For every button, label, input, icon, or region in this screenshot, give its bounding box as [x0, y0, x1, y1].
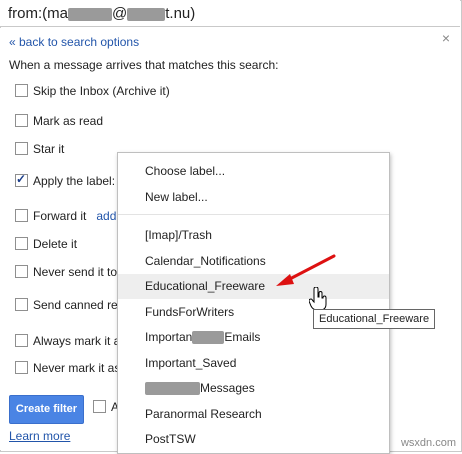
red-arrow-annotation	[276, 254, 336, 286]
label-item[interactable]: Messages	[118, 376, 389, 401]
option-skip-inbox[interactable]: Skip the Inbox (Archive it)	[15, 84, 170, 98]
label-item[interactable]: [Imap]/Trash	[118, 223, 389, 248]
menu-choose-label[interactable]: Choose label...	[118, 159, 389, 184]
option-never-spam[interactable]: Never send it to	[15, 265, 117, 279]
option-label: Star it	[33, 142, 65, 156]
back-to-search-link[interactable]: « back to search options	[9, 35, 139, 49]
label-item-hovered[interactable]: Educational_Freeware	[118, 274, 389, 299]
checkbox-star[interactable]	[15, 142, 28, 155]
label-item[interactable]: Paranormal Research	[118, 402, 389, 427]
learn-more-link[interactable]: Learn more	[9, 429, 70, 443]
label-item[interactable]: Important_Saved	[118, 351, 389, 376]
redacted-block	[145, 382, 200, 396]
label-item[interactable]: Calendar_Notifications	[118, 249, 389, 274]
option-mark-read[interactable]: Mark as read	[15, 114, 103, 128]
option-also-apply[interactable]: A	[93, 400, 119, 414]
option-canned-response[interactable]: Send canned re	[15, 298, 118, 312]
option-label: Never mark it as	[33, 361, 121, 375]
search-query-at: @	[112, 5, 128, 22]
checkbox-forward[interactable]	[15, 209, 28, 222]
search-query-suffix: t.nu)	[165, 5, 196, 22]
checkbox-delete[interactable]	[15, 237, 28, 250]
checkbox-apply-label[interactable]	[15, 172, 28, 188]
checkbox-canned-response[interactable]	[15, 298, 28, 311]
label-dropdown-menu: Choose label... New label... [Imap]/Tras…	[117, 152, 390, 454]
label-tooltip: Educational_Freeware	[313, 309, 436, 329]
option-never-important[interactable]: Never mark it as	[15, 361, 120, 375]
option-forward[interactable]: Forward it add	[15, 209, 116, 223]
option-delete[interactable]: Delete it	[15, 237, 77, 251]
menu-divider	[118, 214, 389, 215]
checkbox-mark-read[interactable]	[15, 114, 28, 127]
label-item-prefix: Importan	[145, 330, 193, 344]
redacted-block	[192, 331, 225, 345]
add-forwarding-link[interactable]: add	[96, 209, 116, 223]
search-query-bar[interactable]: from:(ma @ t.nu)	[0, 0, 460, 27]
label-item[interactable]: PostTSW	[118, 427, 389, 452]
option-label: Send canned re	[33, 298, 118, 312]
redacted-block	[68, 7, 112, 21]
option-label: Apply the label:	[33, 174, 116, 189]
watermark: wsxdn.com	[400, 437, 456, 449]
hand-cursor-icon	[309, 287, 327, 311]
filter-heading: When a message arrives that matches this…	[9, 58, 279, 72]
redacted-block	[127, 7, 166, 21]
checkbox-skip-inbox[interactable]	[15, 84, 28, 97]
checkbox-never-important[interactable]	[15, 361, 28, 374]
search-query-prefix: from:(ma	[8, 5, 68, 22]
option-apply-label[interactable]: Apply the label:	[15, 169, 122, 195]
option-label: Skip the Inbox (Archive it)	[33, 84, 170, 98]
label-item-suffix: Emails	[224, 330, 261, 344]
option-label: Mark as read	[33, 114, 104, 128]
checkbox-never-spam[interactable]	[15, 265, 28, 278]
option-label: Always mark it a	[33, 334, 121, 348]
label-item-suffix: Messages	[200, 381, 255, 395]
option-label: Forward it	[33, 209, 87, 223]
checkbox-also-apply[interactable]	[93, 400, 106, 413]
create-filter-button[interactable]: Create filter	[9, 395, 84, 424]
option-always-important[interactable]: Always mark it a	[15, 334, 120, 348]
menu-new-label[interactable]: New label...	[118, 185, 389, 210]
option-label: Never send it to	[33, 265, 118, 279]
option-star[interactable]: Star it	[15, 142, 64, 156]
close-icon[interactable]: ×	[442, 30, 450, 46]
checkbox-always-important[interactable]	[15, 334, 28, 347]
option-label: Delete it	[33, 237, 78, 251]
